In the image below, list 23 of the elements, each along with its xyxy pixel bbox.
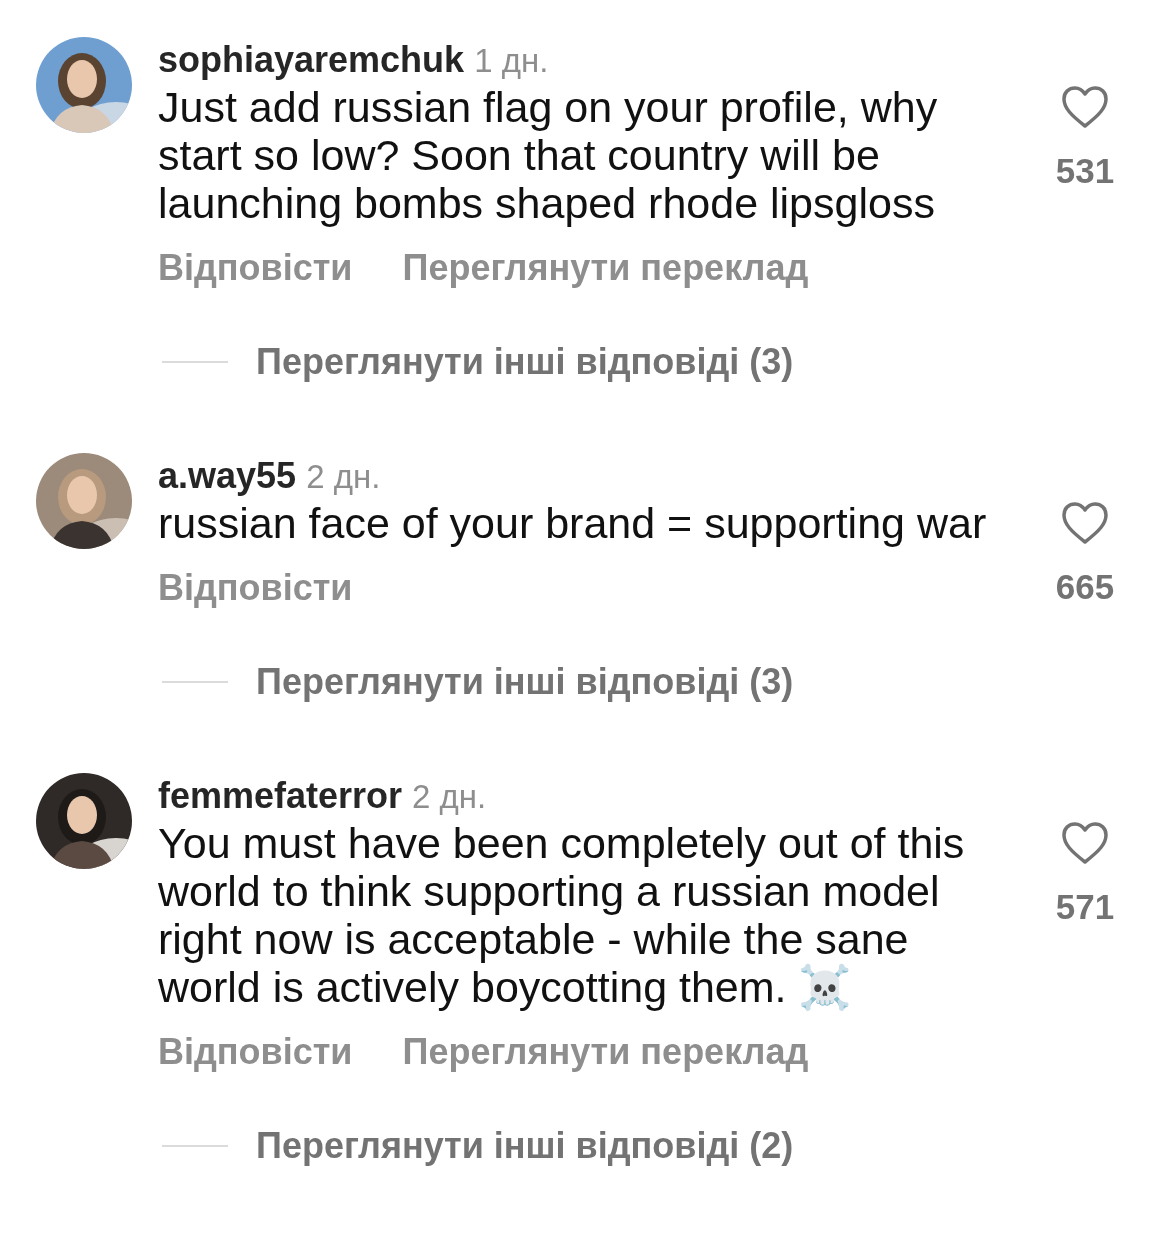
- username[interactable]: femmefaterror: [158, 775, 403, 817]
- comment-action-link[interactable]: Відповісти: [158, 1031, 353, 1073]
- comment-time: 2 дн.: [306, 458, 381, 496]
- comment-action-link[interactable]: Відповісти: [158, 567, 353, 609]
- view-replies-link[interactable]: Переглянути інші відповіді (3): [256, 341, 794, 383]
- username[interactable]: sophiayaremchuk: [158, 39, 465, 81]
- heart-icon[interactable]: [1061, 85, 1109, 129]
- comment-text: Just add russian flag on your profile, why start so low? Soon that country will be launching bombs shaped rhode lipsgloss: [158, 83, 939, 227]
- comment-text: You must have been completely out of this world to think supporting a russian model right now is acceptable - while the sane world is actively boycotting them. ☠: [158, 819, 966, 1011]
- username[interactable]: a.way55: [158, 455, 297, 497]
- comment-action-link[interactable]: Переглянути переклад: [402, 1031, 809, 1073]
- like-count: 665: [1055, 567, 1115, 607]
- comment-text: russian face of your brand = supporting war: [158, 499, 988, 547]
- comment-action-link[interactable]: Відповісти: [158, 247, 353, 289]
- view-replies-link[interactable]: Переглянути інші відповіді (2): [256, 1125, 794, 1167]
- heart-icon[interactable]: [1061, 501, 1109, 545]
- like-count: 571: [1055, 887, 1115, 927]
- comment-time: 2 дн.: [412, 778, 487, 816]
- heart-icon[interactable]: [1061, 821, 1109, 865]
- comment-time: 1 дн.: [474, 42, 549, 80]
- like-count: 531: [1055, 151, 1115, 191]
- view-replies-link[interactable]: Переглянути інші відповіді (3): [256, 661, 794, 703]
- comment-action-link[interactable]: Переглянути переклад: [402, 247, 809, 289]
